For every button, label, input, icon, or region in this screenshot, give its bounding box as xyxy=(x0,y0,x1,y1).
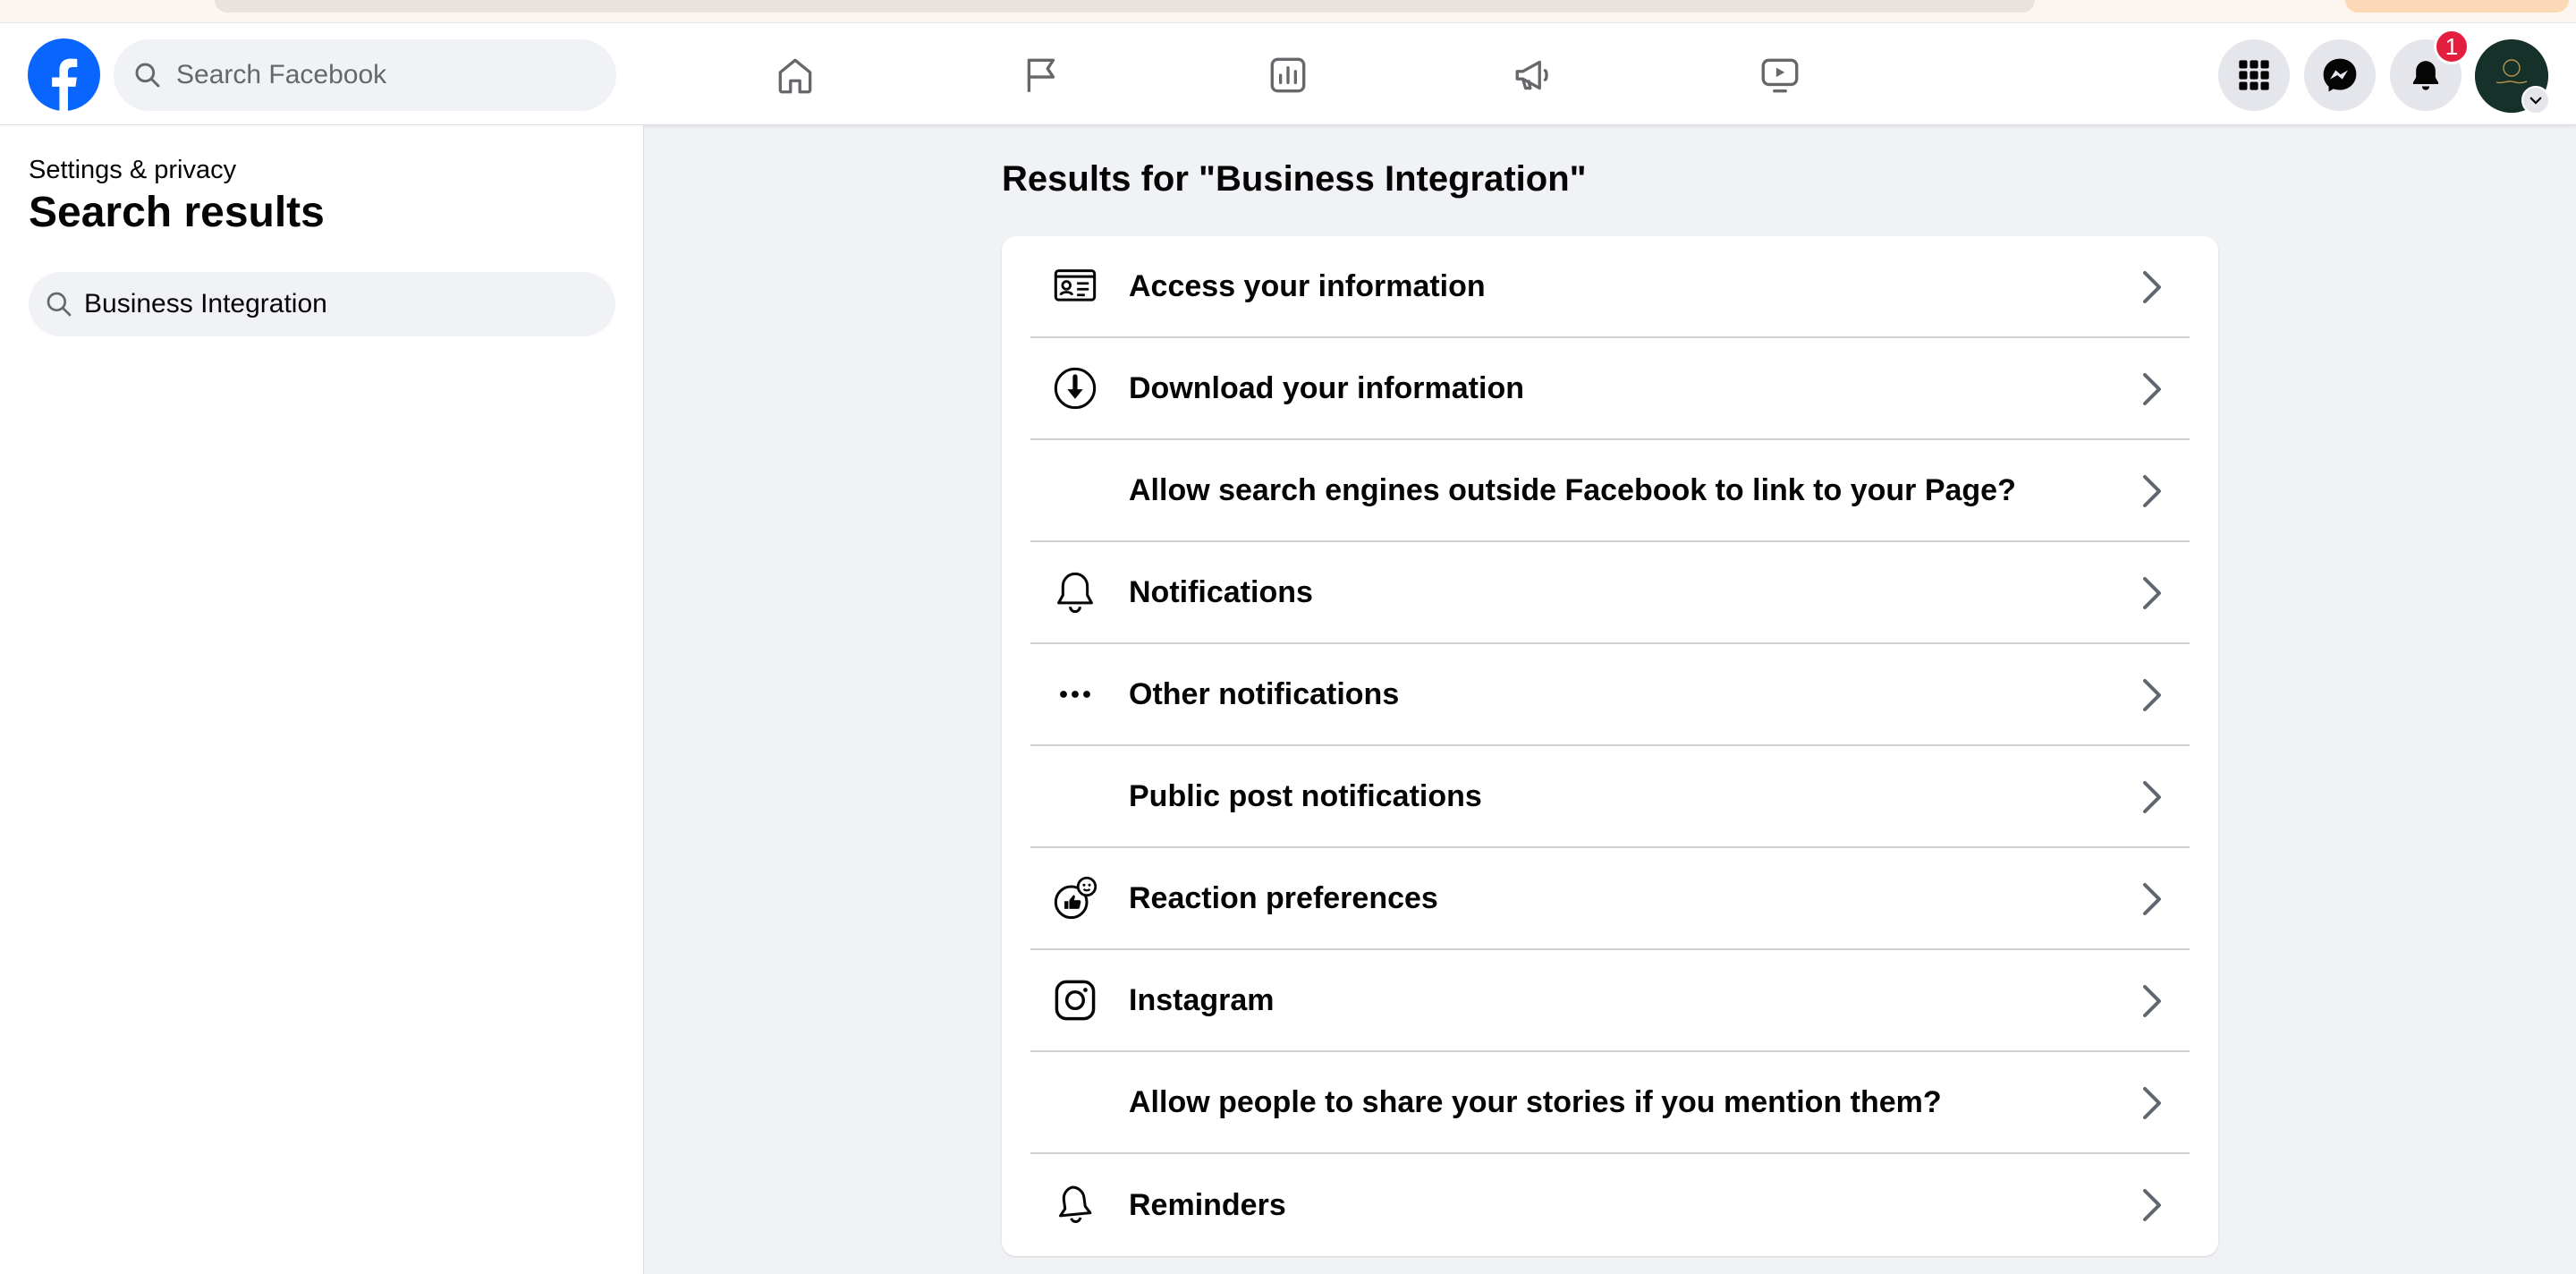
result-label: Allow people to share your stories if yo… xyxy=(1129,1084,1942,1119)
flag-icon[interactable] xyxy=(1017,50,1067,100)
page-title: Search results xyxy=(29,189,325,236)
result-allow-share-stories[interactable]: Allow people to share your stories if yo… xyxy=(1030,1052,2190,1154)
chevron-right-icon xyxy=(2132,471,2172,511)
bell-icon xyxy=(2412,61,2439,90)
home-icon[interactable] xyxy=(770,50,820,100)
search-icon xyxy=(47,292,72,317)
result-reaction-preferences[interactable]: Reaction preferences xyxy=(1030,848,2190,950)
facebook-search-box[interactable] xyxy=(114,39,616,111)
chevron-right-icon xyxy=(2132,777,2172,817)
settings-search-value[interactable]: Business Integration xyxy=(84,289,327,319)
result-reminders[interactable]: Reminders xyxy=(1030,1154,2190,1256)
settings-search-input[interactable]: Business Integration xyxy=(29,272,615,336)
download-icon xyxy=(1050,363,1100,413)
chevron-right-icon xyxy=(2132,1185,2172,1225)
result-label: Notifications xyxy=(1129,574,1313,609)
settings-sidebar: Settings & privacy Search results Busine… xyxy=(0,125,644,1274)
notification-count-badge: 1 xyxy=(2434,29,2470,64)
results-heading: Results for "Business Integration" xyxy=(1002,159,1587,199)
insights-icon[interactable] xyxy=(1263,50,1313,100)
breadcrumb[interactable]: Settings & privacy xyxy=(29,156,236,185)
result-other-notifications[interactable]: Other notifications xyxy=(1030,644,2190,746)
more-icon xyxy=(1050,669,1100,719)
result-instagram[interactable]: Instagram xyxy=(1030,950,2190,1052)
result-label: Access your information xyxy=(1129,268,1486,303)
top-navigation-bar: 1 xyxy=(0,23,2576,125)
id-card-icon xyxy=(1050,261,1100,311)
result-public-post-notifications[interactable]: Public post notifications xyxy=(1030,746,2190,848)
menu-grid-icon xyxy=(2239,60,2269,90)
chevron-right-icon xyxy=(2132,573,2172,613)
browser-action-button[interactable] xyxy=(2345,0,2569,13)
result-label: Download your information xyxy=(1129,370,1524,405)
account-menu-chevron-icon[interactable] xyxy=(2521,86,2550,115)
browser-url-bar[interactable] xyxy=(215,0,2035,13)
result-download-your-information[interactable]: Download your information xyxy=(1030,338,2190,440)
reaction-icon xyxy=(1050,873,1100,923)
instagram-icon xyxy=(1050,975,1100,1025)
bell-icon xyxy=(1050,567,1100,617)
chevron-right-icon xyxy=(2132,981,2172,1021)
result-label: Other notifications xyxy=(1129,676,1400,711)
chevron-right-icon xyxy=(2132,1083,2172,1123)
chevron-right-icon xyxy=(2132,369,2172,409)
chevron-right-icon xyxy=(2132,268,2172,307)
reminder-bell-icon xyxy=(1050,1180,1100,1230)
video-icon[interactable] xyxy=(1755,50,1805,100)
megaphone-icon[interactable] xyxy=(1509,50,1559,100)
result-allow-search-engines[interactable]: Allow search engines outside Facebook to… xyxy=(1030,440,2190,542)
results-list: Access your information Download your in… xyxy=(1002,236,2218,1256)
messenger-icon xyxy=(2323,58,2357,92)
search-icon xyxy=(135,63,160,88)
browser-strip xyxy=(0,0,2576,23)
result-label: Allow search engines outside Facebook to… xyxy=(1129,472,2016,507)
facebook-search-input[interactable] xyxy=(176,60,570,90)
result-label: Reminders xyxy=(1129,1187,1286,1222)
chevron-right-icon xyxy=(2132,675,2172,715)
result-access-your-information[interactable]: Access your information xyxy=(1030,236,2190,338)
messenger-button[interactable] xyxy=(2304,39,2376,111)
result-label: Public post notifications xyxy=(1129,778,1482,813)
result-label: Reaction preferences xyxy=(1129,880,1438,915)
chevron-right-icon xyxy=(2132,879,2172,919)
result-label: Instagram xyxy=(1129,982,1275,1017)
menu-grid-button[interactable] xyxy=(2218,39,2290,111)
facebook-logo-icon[interactable] xyxy=(28,38,100,111)
result-notifications[interactable]: Notifications xyxy=(1030,542,2190,644)
